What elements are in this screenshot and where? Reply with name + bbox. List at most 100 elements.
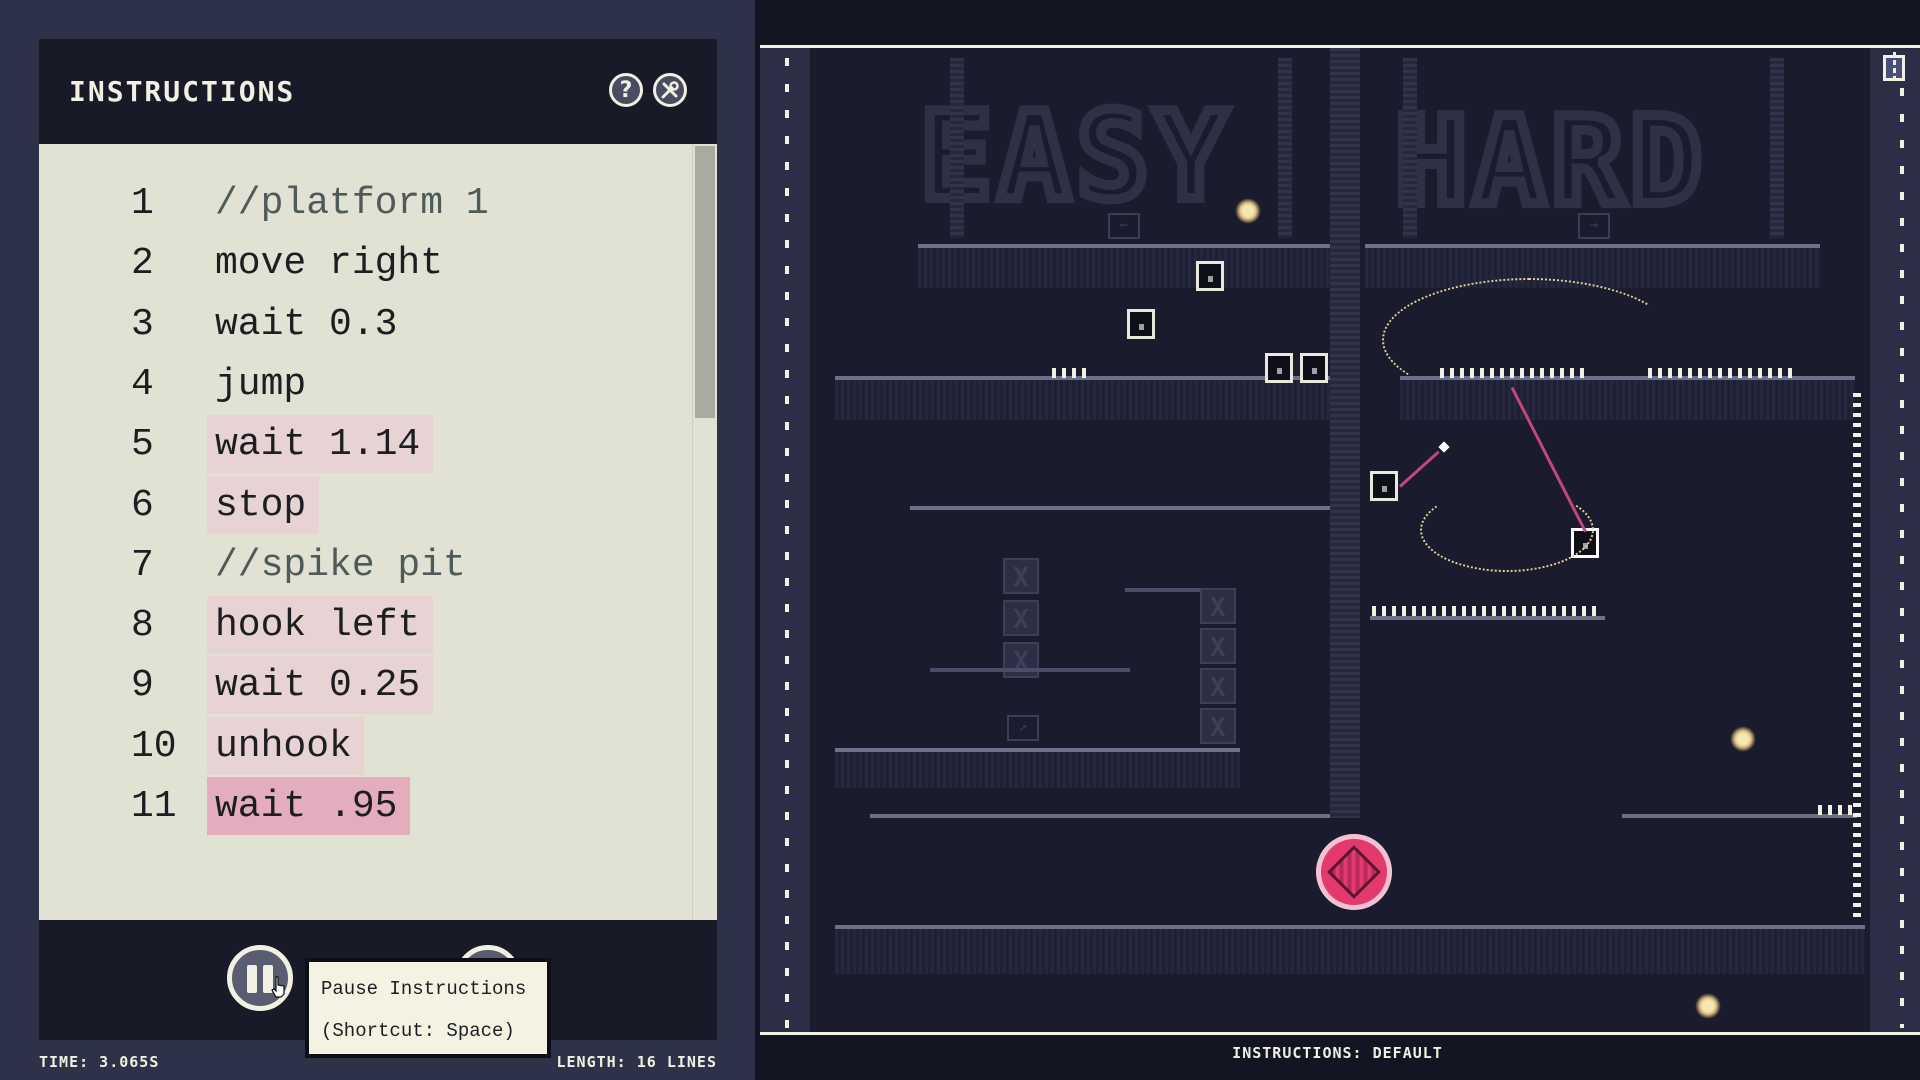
code-line[interactable]: 8 hook left [39, 596, 679, 656]
left-wall-stripes [785, 58, 789, 1028]
goal-orb-core [1327, 845, 1381, 899]
code-line[interactable]: 2 move right [39, 234, 679, 294]
line-number: 4 [131, 362, 154, 406]
line-number: 3 [131, 302, 154, 346]
platform-underside [835, 752, 1240, 788]
tooltip-title: Pause Instructions [321, 978, 527, 1000]
code-comment: //platform 1 [215, 182, 489, 225]
sign-lower: ↗ [1007, 715, 1039, 741]
panel-title: INSTRUCTIONS [69, 75, 296, 108]
crate: X [1200, 708, 1236, 744]
line-number: 2 [131, 242, 154, 286]
collectible-sparkle [1235, 198, 1261, 224]
crate: X [1200, 668, 1236, 704]
right-wall [1870, 48, 1920, 1032]
spikes [1372, 606, 1602, 616]
instructions-status: INSTRUCTIONS: DEFAULT [1232, 1044, 1443, 1062]
sign-easy: ← [1108, 213, 1140, 239]
editor-scrollbar-thumb[interactable] [695, 146, 715, 418]
crate: X [1003, 558, 1039, 594]
platform-level-5-left [870, 814, 1330, 818]
collectible-sparkle [1695, 993, 1721, 1019]
question-icon: ? [619, 77, 633, 103]
robot-ghost [1300, 353, 1328, 383]
code-line[interactable]: 7 //spike pit [39, 536, 679, 596]
swing-trail [1420, 488, 1594, 572]
pillar [1770, 58, 1784, 238]
line-number: 5 [131, 423, 154, 467]
spikes [1648, 368, 1798, 378]
code-instruction: jump [215, 362, 307, 406]
collectible-sparkle [1730, 726, 1756, 752]
game-frame: EASY HARD ← → ↗ X X X X X X X INSTRUCTIO… [755, 0, 1920, 1080]
code-line[interactable]: 3 wait 0.3 [39, 295, 679, 355]
code-line[interactable]: 6 stop [39, 475, 679, 536]
crate: X [1003, 600, 1039, 636]
line-number: 9 [131, 664, 154, 708]
central-pillar [1330, 48, 1360, 818]
crate: X [1003, 642, 1039, 678]
code-line[interactable]: 1 //platform 1 [39, 174, 679, 234]
editor-scrollbar[interactable] [692, 144, 717, 920]
pause-icon [247, 965, 257, 993]
game-level-view[interactable]: EASY HARD ← → ↗ X X X X X X X [760, 45, 1920, 1035]
tooltip-shortcut: (Shortcut: Space) [321, 1020, 515, 1042]
code-comment: //spike pit [215, 543, 466, 587]
settings-tools-button[interactable] [653, 73, 687, 107]
pause-tooltip: Pause Instructions (Shortcut: Space) [305, 958, 551, 1058]
code-line[interactable]: 5 wait 1.14 [39, 415, 679, 475]
code-instruction: unhook [215, 724, 352, 768]
exit-door-icon[interactable] [1883, 52, 1905, 84]
sign-hard: → [1578, 213, 1610, 239]
help-button[interactable]: ? [609, 73, 643, 107]
spikes [1818, 805, 1852, 815]
hand-cursor-icon [271, 976, 285, 998]
code-editor[interactable]: 1 //platform 1 2 move right 3 wait 0.3 4 jump 5 w… [39, 144, 717, 920]
platform-conveyor [910, 506, 1330, 510]
pillar [1403, 58, 1417, 238]
code-instruction: wait 0.25 [215, 664, 421, 708]
wrench-screwdriver-icon [661, 81, 679, 99]
code-instruction: wait .95 [215, 785, 398, 828]
hard-label: HARD [1390, 88, 1708, 237]
code-line[interactable]: 9 wait 0.25 [39, 656, 679, 716]
platform-spike-pit [1370, 616, 1605, 620]
crate: X [1200, 588, 1236, 624]
grapple-rope-ghost [1398, 450, 1440, 488]
wall-spikes [1853, 393, 1861, 923]
platform-underside [1365, 248, 1820, 288]
spikes [1052, 368, 1090, 378]
code-instruction: wait 1.14 [215, 423, 421, 467]
table-platform [930, 668, 1130, 672]
code-instruction: wait 0.3 [215, 302, 398, 346]
code-instruction: move right [215, 242, 444, 286]
code-line[interactable]: 4 jump [39, 355, 679, 415]
line-number: 7 [131, 543, 154, 587]
right-wall-stripes [1900, 88, 1904, 1028]
robot-ghost [1196, 261, 1224, 291]
robot-ghost [1370, 471, 1398, 501]
goal-orb [1316, 834, 1392, 910]
jump-trail [1382, 278, 1676, 402]
platform-underside [835, 929, 1865, 974]
platform-underside [918, 248, 1330, 288]
crate: X [1200, 628, 1236, 664]
time-readout: TIME: 3.065S [39, 1053, 160, 1071]
robot-ghost [1127, 309, 1155, 339]
line-number: 10 [131, 724, 177, 768]
line-number: 8 [131, 604, 154, 648]
code-instruction: hook left [215, 604, 421, 648]
code-line[interactable]: 10 unhook [39, 716, 679, 777]
line-number: 11 [131, 785, 177, 828]
length-readout: LENGTH: 16 LINES [556, 1053, 717, 1071]
easy-label: EASY [915, 83, 1233, 232]
code-instruction: stop [215, 483, 307, 527]
platform-underside [835, 380, 1330, 420]
code-line[interactable]: 11 wait .95 [39, 777, 679, 837]
line-number: 1 [131, 182, 154, 225]
panel-header: INSTRUCTIONS ? [39, 39, 717, 144]
instructions-panel: INSTRUCTIONS ? 1 //platform 1 2 move right 3… [39, 39, 717, 1040]
ledge [1125, 588, 1200, 592]
robot-ghost [1265, 353, 1293, 383]
hook-tip [1438, 441, 1450, 453]
